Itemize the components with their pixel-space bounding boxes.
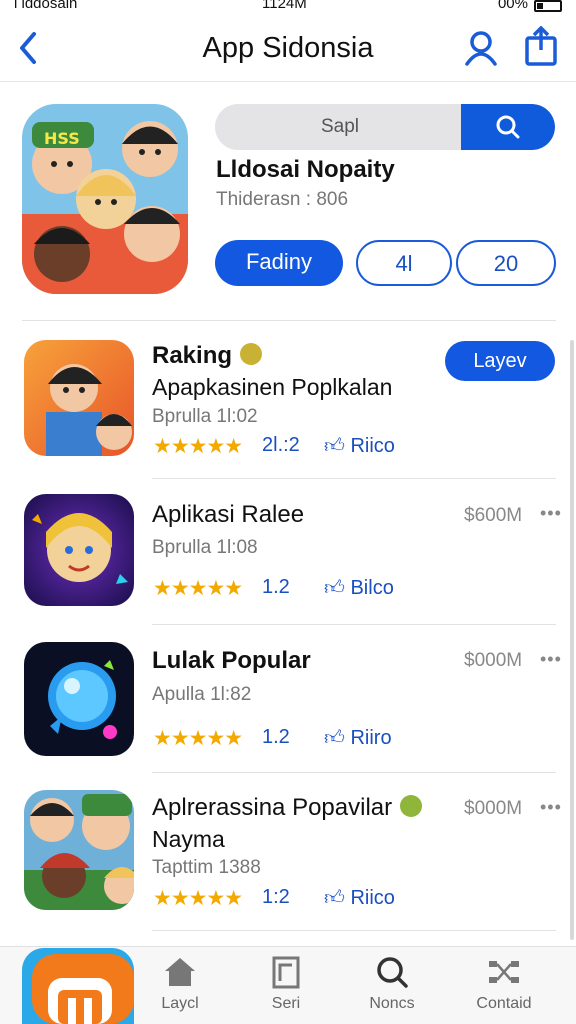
app-icon[interactable] xyxy=(24,494,134,606)
battery-icon xyxy=(534,0,562,12)
clock: 1124M xyxy=(262,0,307,12)
app-icon[interactable] xyxy=(24,642,134,756)
tab-contacts[interactable]: Contaid xyxy=(454,947,554,1024)
likes[interactable]: 👍︎ Riico xyxy=(324,886,395,910)
app-price: $000M xyxy=(464,650,523,671)
tab-label: Contaid xyxy=(476,995,532,1012)
app-subtitle: Apapkasinen Poplkalan xyxy=(152,374,393,400)
likes-label: Riico xyxy=(350,887,395,909)
search-icon xyxy=(496,115,520,139)
search-placeholder: Sapl xyxy=(320,116,360,137)
more-options-icon[interactable]: ••• xyxy=(540,797,562,818)
battery-percent: 00% xyxy=(497,0,528,12)
status-bar: l lddosain 1124M 00% xyxy=(0,0,576,14)
more-options-icon[interactable]: ••• xyxy=(540,503,562,524)
likes-label: Riiro xyxy=(350,727,392,749)
search-button[interactable] xyxy=(461,104,555,150)
app-date: Bprulla 1l:02 xyxy=(152,406,258,427)
row-divider xyxy=(152,624,556,625)
document-icon xyxy=(272,956,300,989)
likes-label: Riico xyxy=(350,435,395,457)
search-bar[interactable]: Sapl xyxy=(215,104,555,150)
thumbs-up-icon: 👍︎ xyxy=(324,887,345,909)
row-divider xyxy=(152,478,556,479)
award-badge-icon xyxy=(240,342,263,365)
likes[interactable]: 👍︎ Bilco xyxy=(324,576,394,600)
section-divider xyxy=(22,320,556,321)
rating-value: 1:2 xyxy=(262,886,290,908)
navigation-bar: App Sidonsia xyxy=(0,14,576,82)
tab-home[interactable]: Laycl xyxy=(130,947,230,1024)
app-icon[interactable] xyxy=(24,340,134,456)
app-name-container: Raking xyxy=(152,342,263,370)
featured-app-icon[interactable]: HSS xyxy=(22,104,188,294)
award-badge-icon xyxy=(400,794,423,817)
tab-label: Laycl xyxy=(161,995,199,1012)
featured-option-button-2[interactable]: 20 xyxy=(456,240,556,286)
app-price: $000M xyxy=(464,798,523,819)
app-name: Lulak Popular xyxy=(152,647,311,674)
app-name-container: Aplrerassina Popavilar xyxy=(152,794,423,822)
home-icon xyxy=(165,958,195,986)
app-name: Aplrerassina Popavilar xyxy=(152,794,393,821)
star-rating: ★★★★★ xyxy=(153,435,243,458)
share-icon[interactable] xyxy=(524,26,558,66)
app-price: $600M xyxy=(464,505,523,526)
get-app-button[interactable]: Layev xyxy=(445,341,555,381)
app-icon[interactable] xyxy=(24,790,134,910)
app-date: Bprulla 1l:08 xyxy=(152,537,258,558)
app-date: Tapttim 1388 xyxy=(152,857,261,878)
profile-icon[interactable] xyxy=(464,30,498,66)
tab-search[interactable]: Noncs xyxy=(342,947,442,1024)
likes[interactable]: 👍︎ Riico xyxy=(324,434,395,458)
featured-app-subtitle: Thiderasn : 806 xyxy=(216,189,349,210)
get-featured-button[interactable]: Fadiny xyxy=(215,240,343,286)
tab-series[interactable]: Seri xyxy=(236,947,336,1024)
featured-option-button-1[interactable]: 4l xyxy=(356,240,452,286)
tab-label: Seri xyxy=(271,995,301,1012)
likes-label: Bilco xyxy=(350,577,394,599)
more-options-icon[interactable]: ••• xyxy=(540,649,562,670)
thumbs-up-icon: 👍︎ xyxy=(324,435,345,457)
rating-value: 1.2 xyxy=(262,576,290,598)
featured-app-name: Lldosai Nopaity xyxy=(216,156,395,183)
network-icon xyxy=(489,961,519,983)
likes[interactable]: 👍︎ Riiro xyxy=(324,726,392,750)
app-name: Raking xyxy=(152,342,233,369)
thumbs-up-icon: 👍︎ xyxy=(324,577,345,599)
star-rating: ★★★★★ xyxy=(153,727,243,750)
svg-text:HSS: HSS xyxy=(44,129,80,148)
rating-value: 2l.:2 xyxy=(262,434,300,456)
status-indicators: 00% xyxy=(498,0,562,12)
thumbs-up-icon: 👍︎ xyxy=(324,727,345,749)
search-icon xyxy=(377,957,408,988)
tab-label: Noncs xyxy=(369,995,415,1012)
row-divider xyxy=(152,772,556,773)
star-rating: ★★★★★ xyxy=(153,887,243,910)
app-name-second-line: Nayma xyxy=(152,826,225,852)
scrollbar[interactable] xyxy=(570,340,574,940)
tab-app-icon[interactable] xyxy=(22,948,134,1024)
app-name: Aplikasi Ralee xyxy=(152,501,305,528)
carrier-label: l lddosain xyxy=(14,0,78,12)
app-date: Apulla 1l:82 xyxy=(152,684,252,705)
row-divider xyxy=(152,930,556,931)
star-rating: ★★★★★ xyxy=(153,577,243,600)
rating-value: 1.2 xyxy=(262,726,290,748)
